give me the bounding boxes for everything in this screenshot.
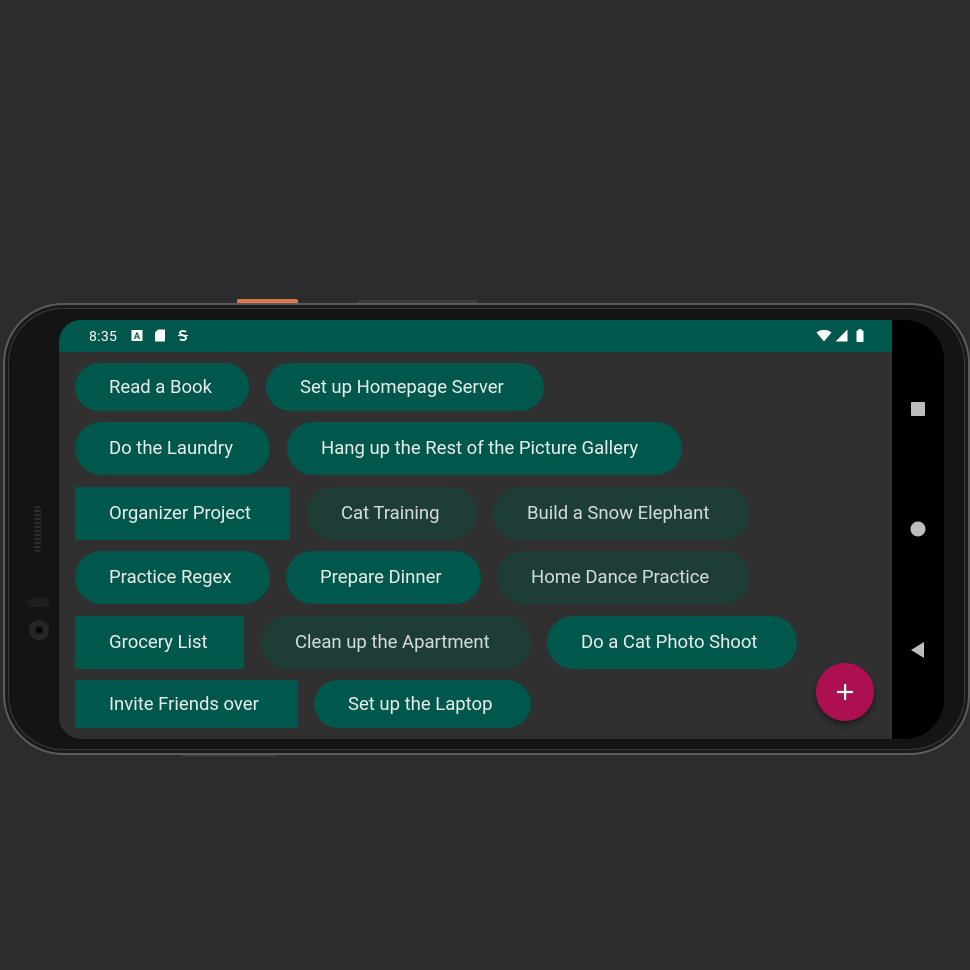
chip-read-a-book[interactable]: Read a Book (75, 363, 249, 411)
earpiece-speaker (34, 506, 41, 552)
chip-set-up-homepage-server[interactable]: Set up Homepage Server (266, 363, 544, 411)
plus-icon (835, 682, 855, 702)
chip-invite-friends-over[interactable]: Invite Friends over (75, 680, 298, 728)
chip-do-the-laundry[interactable]: Do the Laundry (75, 422, 270, 475)
home-icon[interactable] (906, 517, 930, 541)
add-fab-button[interactable] (816, 663, 874, 721)
app-content: 8:35 A Read a Book Set up Homepage Serve… (59, 320, 892, 739)
sync-icon (177, 329, 189, 342)
sd-card-icon (154, 329, 166, 342)
status-bar: 8:35 A (59, 320, 892, 352)
status-time: 8:35 (89, 329, 118, 345)
chip-practice-regex[interactable]: Practice Regex (75, 551, 270, 604)
phone-screen: 8:35 A Read a Book Set up Homepage Serve… (59, 320, 944, 739)
chip-clean-up-the-apartment[interactable]: Clean up the Apartment (261, 616, 531, 669)
navigation-bar (892, 320, 944, 739)
svg-text:A: A (134, 331, 141, 341)
chip-prepare-dinner[interactable]: Prepare Dinner (286, 551, 481, 604)
chip-hang-up-picture-gallery[interactable]: Hang up the Rest of the Picture Gallery (287, 422, 682, 475)
recents-icon[interactable] (906, 397, 930, 421)
chip-set-up-the-laptop[interactable]: Set up the Laptop (314, 680, 531, 728)
status-icons (816, 329, 864, 342)
a-notification-icon: A (131, 329, 143, 342)
chip-build-a-snow-elephant[interactable]: Build a Snow Elephant (493, 487, 750, 540)
wifi-icon (816, 329, 832, 342)
front-camera (29, 620, 49, 640)
chip-do-a-cat-photo-shoot[interactable]: Do a Cat Photo Shoot (547, 616, 797, 669)
battery-icon (856, 329, 864, 342)
back-icon[interactable] (906, 638, 930, 662)
chip-cat-training[interactable]: Cat Training (307, 487, 477, 540)
proximity-sensor (28, 598, 50, 607)
chip-home-dance-practice[interactable]: Home Dance Practice (497, 551, 750, 604)
chip-organizer-project[interactable]: Organizer Project (75, 487, 290, 540)
chip-grocery-list[interactable]: Grocery List (75, 616, 244, 669)
signal-icon (835, 329, 848, 342)
